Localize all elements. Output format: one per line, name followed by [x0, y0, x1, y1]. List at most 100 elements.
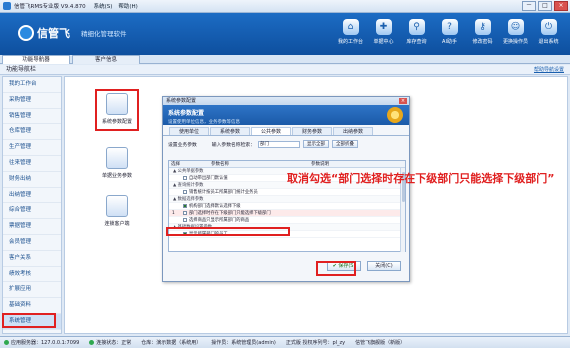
highlight-save-button: [316, 261, 356, 276]
dialog-tab[interactable]: 财务参数: [292, 127, 332, 135]
param-checkbox[interactable]: [183, 189, 187, 194]
sidebar-item[interactable]: 财务出纳: [3, 172, 61, 188]
param-name: 机构部门选择默认选择下级: [189, 204, 241, 209]
nav-settings-link[interactable]: 帮助导航设置: [534, 65, 564, 75]
search-icon: ⚲: [408, 19, 425, 35]
param-checkbox[interactable]: [183, 203, 187, 208]
status-company: 信管飞旗舰版（新版）: [355, 340, 406, 346]
param-checkbox[interactable]: [183, 210, 187, 215]
param-row[interactable]: 销售统计按员工所属部门统计业务员: [169, 189, 405, 196]
help-icon: ?: [441, 19, 458, 35]
sidebar-item[interactable]: 会员管理: [3, 235, 61, 251]
menu-system[interactable]: 系统(S): [94, 2, 113, 10]
dialog-header-title: 系统参数配置: [168, 110, 205, 117]
toolbar-button-4[interactable]: ⚷ 修改密码: [467, 17, 498, 45]
collapse-all-button[interactable]: 全部折叠: [331, 140, 358, 148]
user-switch-icon: ☺: [507, 19, 524, 35]
status-bar: 应用服务器：127.0.0.1:7099 连接状态：正常 仓库：演示数据（系统用…: [0, 336, 570, 348]
logo-mark-icon: [18, 25, 34, 41]
gear-icon: [387, 107, 403, 123]
close-button[interactable]: ×: [554, 1, 568, 11]
status-connection: 连接状态：正常: [89, 339, 131, 346]
header-banner: 信管飞 精细化管理软件 ⌂ 我的工作台 ✚ 单据中心 ⚲ 库存查询? AI助手 ⚷ 修改密码 ☺ 更…: [0, 13, 570, 55]
sidebar-item[interactable]: 票据管理: [3, 219, 61, 235]
dialog-tab[interactable]: 使用单位: [169, 127, 209, 135]
param-row[interactable]: 选择商品只显示所属部门的商品: [169, 217, 405, 224]
system-params-dialog: 系统参数配置 × 系统参数配置 设置使用单位信息，业务参数等信息 使用单位 系统参…: [162, 96, 410, 282]
dialog-close-button[interactable]: ×: [399, 98, 407, 104]
toolbar-button-6[interactable]: ⏻ 退出系统: [533, 17, 564, 45]
sidebar-item[interactable]: 扩展应用: [3, 282, 61, 299]
dialog-tabs: 使用单位 系统参数 公共参数 财务参数 出纳参数: [163, 127, 409, 136]
search-input[interactable]: 部门: [257, 140, 300, 148]
search-hint: 输入参数名称检索：: [211, 142, 255, 148]
param-row[interactable]: 1 部门选择时存在下级部门只能选择下级部门: [169, 210, 405, 217]
nav-header: 功能导航栏 帮助导航设置: [0, 65, 570, 75]
status-server: 应用服务器：127.0.0.1:7099: [4, 339, 79, 346]
highlight-sidebar-system: [2, 313, 56, 328]
exit-icon: ⏻: [540, 19, 557, 35]
toolbar-button-1[interactable]: ✚ 单据中心: [368, 17, 399, 45]
group-row[interactable]: ▲ 数据选择参数: [169, 196, 405, 203]
sidebar-item[interactable]: 综合管理: [3, 203, 61, 220]
sidebar-item[interactable]: 仓库管理: [3, 124, 61, 141]
form-settings-icon: [106, 147, 128, 169]
menu-help[interactable]: 帮助(H): [118, 2, 137, 10]
dialog-tab[interactable]: 出纳参数: [333, 127, 373, 135]
tab-function-navigator[interactable]: 功能导航器: [2, 55, 70, 64]
sidebar-item[interactable]: 基础资料: [3, 298, 61, 314]
toolbar-button-2[interactable]: ⚲ 库存查询: [401, 17, 432, 45]
grid-header: 选择 参数名称 参数说明: [169, 161, 405, 168]
cart-icon: ✚: [375, 19, 392, 35]
dialog-title: 系统参数配置: [163, 97, 409, 105]
tab-customer-info[interactable]: 客户信息: [72, 55, 140, 64]
network-icon: [106, 195, 128, 217]
param-checkbox[interactable]: [183, 175, 187, 180]
tab-bar: 功能导航器 客户信息: [0, 55, 570, 64]
status-store: 仓库：演示数据（系统用）: [141, 340, 202, 346]
bill-params-label: 单据业务参数: [101, 173, 132, 179]
key-icon: ⚷: [474, 19, 491, 35]
brand-name: 信管飞: [37, 27, 70, 40]
sidebar-item[interactable]: 我的工作台: [3, 77, 61, 93]
toolbar-label: 修改密码: [472, 39, 493, 45]
show-all-button[interactable]: 显示全部: [302, 140, 329, 148]
col-name: 参数名称: [211, 162, 229, 167]
toolbar-label: 库存查询: [406, 39, 427, 45]
sidebar-item[interactable]: 生产管理: [3, 140, 61, 156]
app-icon: [3, 2, 11, 10]
col-select: 选择: [171, 162, 180, 167]
title-bar: 信管飞RMS专业版 V9.4.870 系统(S) 帮助(H) － □ ×: [0, 0, 570, 13]
maximize-button[interactable]: □: [538, 1, 552, 11]
toolbar-button-3[interactable]: ? AI助手: [434, 17, 465, 45]
bill-params-item[interactable]: 单据业务参数: [97, 147, 137, 179]
brand-tagline: 精细化管理软件: [81, 30, 127, 38]
sidebar-item[interactable]: 采购管理: [3, 93, 61, 109]
app-title: 信管飞RMS专业版 V9.4.870: [14, 4, 86, 10]
nav-header-title: 功能导航栏: [6, 66, 37, 73]
sidebar-item[interactable]: 往来管理: [3, 156, 61, 172]
sidebar-item[interactable]: 绩效考核: [3, 267, 61, 283]
param-name: 选择商品只显示所属部门的商品: [189, 218, 250, 223]
toolbar-button-0[interactable]: ⌂ 我的工作台: [335, 17, 366, 45]
logo: 信管飞 精细化管理软件: [18, 25, 127, 41]
search-row: 设置业务参数 输入参数名称检索： 部门 显示全部 全部折叠: [163, 138, 409, 150]
dialog-tab[interactable]: 公共参数: [251, 127, 291, 135]
sidebar-item[interactable]: 销售管理: [3, 109, 61, 125]
dialog-close-text-button[interactable]: 关闭(C): [367, 261, 401, 271]
dialog-header: 系统参数配置 设置使用单位信息，业务参数等信息: [163, 105, 409, 125]
param-name: 销售统计按员工所属部门统计业务员: [189, 190, 258, 195]
sidebar-item[interactable]: 客户关系: [3, 251, 61, 267]
param-row[interactable]: 机构部门选择默认选择下级: [169, 203, 405, 210]
highlight-system-params: [95, 89, 139, 131]
sidebar-item[interactable]: 出纳管理: [3, 188, 61, 204]
dialog-tab[interactable]: 系统参数: [210, 127, 250, 135]
search-section-label: 设置业务参数: [168, 142, 197, 148]
param-checkbox[interactable]: [183, 217, 187, 222]
toolbar-button-5[interactable]: ☺ 更换操作员: [500, 17, 531, 45]
chain-client-item[interactable]: 连锁客户端: [97, 195, 137, 227]
toolbar-label: AI助手: [442, 39, 457, 45]
chain-client-label: 连锁客户端: [104, 221, 130, 227]
minimize-button[interactable]: －: [522, 1, 536, 11]
toolbar-label: 退出系统: [538, 39, 559, 45]
